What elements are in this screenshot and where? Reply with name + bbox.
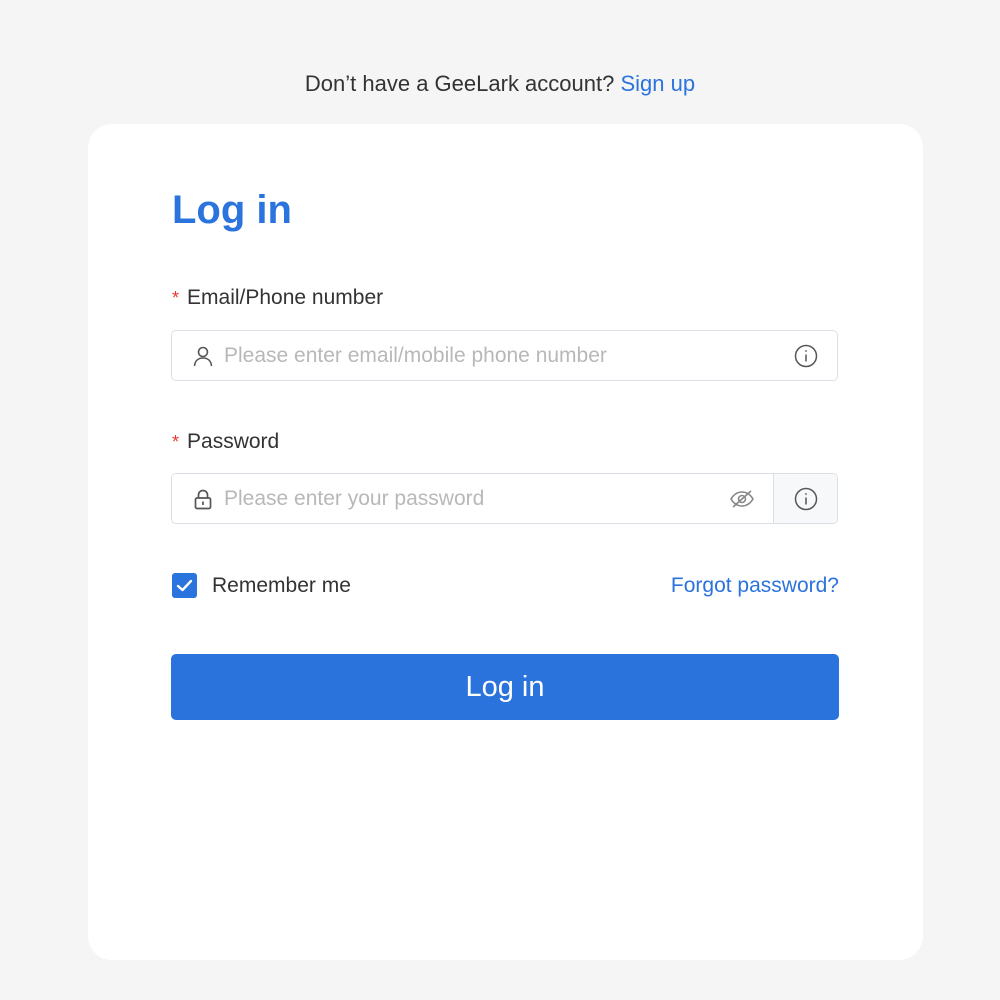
email-field-label: * Email/Phone number [172, 285, 383, 311]
user-icon [192, 345, 214, 367]
page-title: Log in [172, 188, 292, 232]
info-icon [794, 487, 818, 511]
password-info-addon[interactable] [773, 474, 837, 523]
required-mark: * [172, 432, 180, 452]
signup-prompt: Don’t have a GeeLark account? Sign up [0, 70, 1000, 98]
email-input[interactable] [224, 331, 793, 380]
remember-me-checkbox-row[interactable]: Remember me [172, 573, 351, 598]
password-input[interactable] [224, 474, 729, 523]
check-icon [176, 579, 193, 592]
forgot-password-link[interactable]: Forgot password? [671, 573, 839, 598]
login-page: Don’t have a GeeLark account? Sign up Lo… [0, 0, 1000, 1000]
lock-icon [192, 488, 214, 510]
sign-up-link[interactable]: Sign up [620, 71, 695, 96]
remember-me-label: Remember me [212, 573, 351, 597]
login-card: Log in * Email/Phone number Please enter… [88, 124, 923, 960]
required-mark: * [172, 288, 180, 308]
signup-prompt-text: Don’t have a GeeLark account? [304, 71, 621, 96]
eye-off-icon[interactable] [729, 486, 755, 512]
info-icon[interactable] [793, 343, 819, 369]
email-input-wrapper [171, 330, 838, 381]
email-label-text: Email/Phone number [187, 286, 384, 309]
login-button[interactable]: Log in [171, 654, 839, 720]
remember-me-checkbox[interactable] [172, 573, 197, 598]
password-field-label: * Password [172, 429, 279, 455]
password-input-wrapper [171, 473, 838, 524]
password-label-text: Password [187, 430, 280, 453]
